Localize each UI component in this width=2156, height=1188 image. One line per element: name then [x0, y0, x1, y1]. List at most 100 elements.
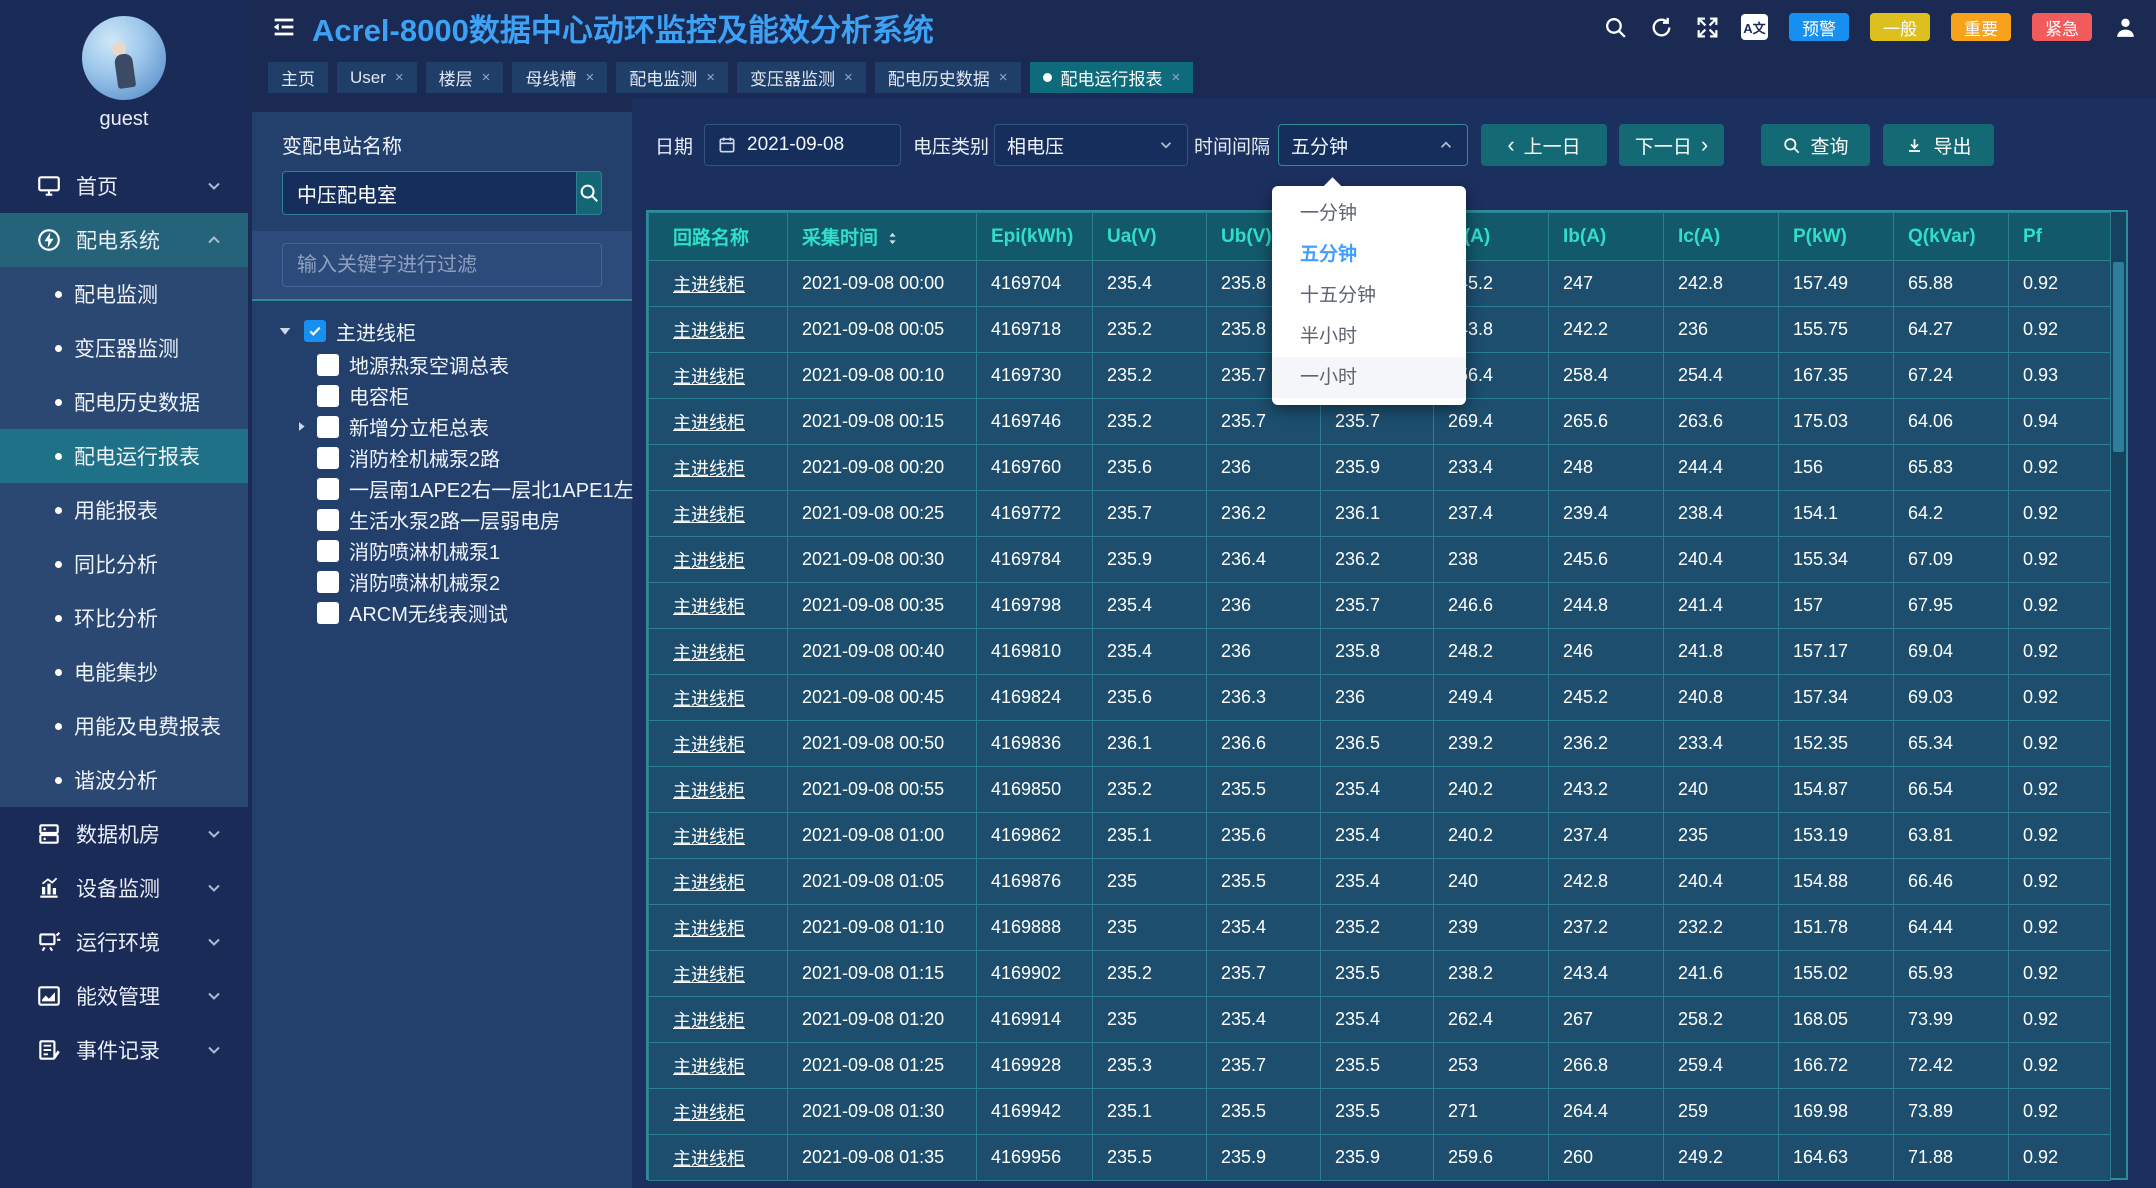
column-header-2[interactable]: Epi(kWh) — [977, 213, 1093, 261]
tree-node-checkbox[interactable] — [317, 385, 339, 407]
circuit-link-cell[interactable]: 主进线柜 — [649, 997, 788, 1043]
close-icon[interactable]: × — [482, 69, 491, 86]
station-input[interactable] — [282, 171, 576, 215]
tree-node-7[interactable]: 消防喷淋机械泵2 — [282, 566, 602, 597]
circuit-link-cell[interactable]: 主进线柜 — [649, 261, 788, 307]
sidebar-item-2[interactable]: 数据机房 — [0, 807, 248, 861]
sidebar-subitem-1-4[interactable]: 用能报表 — [0, 483, 248, 537]
column-header-7[interactable]: Ib(A) — [1549, 213, 1664, 261]
user-icon[interactable] — [2113, 15, 2138, 40]
tree-node-checkbox[interactable] — [317, 540, 339, 562]
sidebar-item-1[interactable]: 配电系统 — [0, 213, 248, 267]
column-header-3[interactable]: Ua(V) — [1093, 213, 1207, 261]
tree-node-0[interactable]: 地源热泵空调总表 — [282, 349, 602, 380]
circuit-link-cell[interactable]: 主进线柜 — [649, 445, 788, 491]
tree-node-3[interactable]: 消防栓机械泵2路 — [282, 442, 602, 473]
export-button[interactable]: 导出 — [1883, 124, 1994, 166]
tree-node-1[interactable]: 电容柜 — [282, 380, 602, 411]
column-header-11[interactable]: Pf — [2009, 213, 2111, 261]
circuit-link-cell[interactable]: 主进线柜 — [649, 905, 788, 951]
sidebar-subitem-1-7[interactable]: 电能集抄 — [0, 645, 248, 699]
tree-node-checkbox[interactable] — [317, 416, 339, 438]
next-day-button[interactable]: 下一日 › — [1619, 124, 1724, 166]
sidebar-subitem-1-0[interactable]: 配电监测 — [0, 267, 248, 321]
hamburger-menu-icon[interactable] — [270, 13, 298, 41]
refresh-icon[interactable] — [1649, 15, 1674, 40]
circuit-link-cell[interactable]: 主进线柜 — [649, 859, 788, 905]
sidebar-subitem-1-5[interactable]: 同比分析 — [0, 537, 248, 591]
tree-node-checkbox[interactable] — [317, 478, 339, 500]
circuit-link-cell[interactable]: 主进线柜 — [649, 675, 788, 721]
circuit-link-cell[interactable]: 主进线柜 — [649, 399, 788, 445]
tree-node-checkbox[interactable] — [317, 354, 339, 376]
tree-node-5[interactable]: 生活水泵2路一层弱电房 — [282, 504, 602, 535]
circuit-link-cell[interactable]: 主进线柜 — [649, 629, 788, 675]
sidebar-subitem-1-8[interactable]: 用能及电费报表 — [0, 699, 248, 753]
sidebar-subitem-1-2[interactable]: 配电历史数据 — [0, 375, 248, 429]
station-search-button[interactable] — [576, 171, 602, 215]
circuit-link-cell[interactable]: 主进线柜 — [649, 721, 788, 767]
circuit-link-cell[interactable]: 主进线柜 — [649, 353, 788, 399]
circuit-link-cell[interactable]: 主进线柜 — [649, 1089, 788, 1135]
tab-2[interactable]: 楼层× — [426, 62, 504, 93]
sort-icon[interactable] — [885, 231, 900, 246]
tree-filter-input[interactable] — [282, 243, 602, 287]
search-icon[interactable] — [1603, 15, 1628, 40]
tab-3[interactable]: 母线槽× — [512, 62, 607, 93]
sidebar-item-5[interactable]: 能效管理 — [0, 969, 248, 1023]
caret-down-icon[interactable] — [276, 322, 294, 340]
circuit-link-cell[interactable]: 主进线柜 — [649, 307, 788, 353]
tree-root-node[interactable]: 主进线柜 — [282, 313, 602, 349]
sidebar-subitem-1-9[interactable]: 谐波分析 — [0, 753, 248, 807]
vertical-scrollbar[interactable] — [2110, 212, 2126, 1178]
tree-node-checkbox[interactable] — [317, 509, 339, 531]
circuit-link-cell[interactable]: 主进线柜 — [649, 491, 788, 537]
circuit-link-cell[interactable]: 主进线柜 — [649, 1135, 788, 1181]
tree-node-4[interactable]: 一层南1APE2右一层北1APE1左 — [282, 473, 602, 504]
scrollbar-thumb[interactable] — [2113, 262, 2124, 452]
avatar[interactable] — [82, 16, 166, 100]
tree-node-8[interactable]: ARCM无线表测试 — [282, 597, 602, 628]
caret-right-icon[interactable] — [294, 419, 309, 434]
tree-node-checkbox[interactable] — [317, 571, 339, 593]
tab-1[interactable]: User× — [337, 62, 417, 93]
date-picker[interactable]: 2021-09-08 — [704, 124, 901, 166]
column-header-10[interactable]: Q(kVar) — [1894, 213, 2009, 261]
voltage-type-select[interactable]: 相电压 — [994, 124, 1188, 166]
close-icon[interactable]: × — [706, 69, 715, 86]
column-header-0[interactable]: 回路名称 — [649, 213, 788, 261]
tab-7[interactable]: 配电运行报表× — [1030, 62, 1194, 93]
tab-5[interactable]: 变压器监测× — [737, 62, 866, 93]
sidebar-subitem-1-3[interactable]: 配电运行报表 — [0, 429, 248, 483]
interval-option-3[interactable]: 半小时 — [1272, 316, 1466, 357]
query-button[interactable]: 查询 — [1761, 124, 1870, 166]
interval-option-1[interactable]: 五分钟 — [1272, 234, 1466, 275]
sidebar-item-0[interactable]: 首页 — [0, 159, 248, 213]
tab-4[interactable]: 配电监测× — [616, 62, 728, 93]
circuit-link-cell[interactable]: 主进线柜 — [649, 537, 788, 583]
interval-select[interactable]: 五分钟 — [1278, 124, 1468, 166]
close-icon[interactable]: × — [999, 69, 1008, 86]
column-header-8[interactable]: Ic(A) — [1664, 213, 1779, 261]
sidebar-subitem-1-6[interactable]: 环比分析 — [0, 591, 248, 645]
sidebar-subitem-1-1[interactable]: 变压器监测 — [0, 321, 248, 375]
tree-node-6[interactable]: 消防喷淋机械泵1 — [282, 535, 602, 566]
circuit-link-cell[interactable]: 主进线柜 — [649, 767, 788, 813]
sidebar-item-3[interactable]: 设备监测 — [0, 861, 248, 915]
close-icon[interactable]: × — [395, 69, 404, 86]
interval-option-2[interactable]: 十五分钟 — [1272, 275, 1466, 316]
translate-icon[interactable]: A文 — [1741, 14, 1768, 40]
interval-option-4[interactable]: 一小时 — [1272, 357, 1466, 398]
close-icon[interactable]: × — [844, 69, 853, 86]
tree-node-2[interactable]: 新增分立柜总表 — [282, 411, 602, 442]
interval-option-0[interactable]: 一分钟 — [1272, 193, 1466, 234]
circuit-link-cell[interactable]: 主进线柜 — [649, 583, 788, 629]
circuit-link-cell[interactable]: 主进线柜 — [649, 951, 788, 997]
fullscreen-icon[interactable] — [1695, 15, 1720, 40]
alarm-button-1[interactable]: 一般 — [1870, 13, 1930, 41]
circuit-link-cell[interactable]: 主进线柜 — [649, 813, 788, 859]
close-icon[interactable]: × — [1172, 69, 1181, 86]
tree-node-checkbox[interactable] — [317, 602, 339, 624]
tree-root-checkbox[interactable] — [304, 320, 326, 342]
close-icon[interactable]: × — [585, 69, 594, 86]
